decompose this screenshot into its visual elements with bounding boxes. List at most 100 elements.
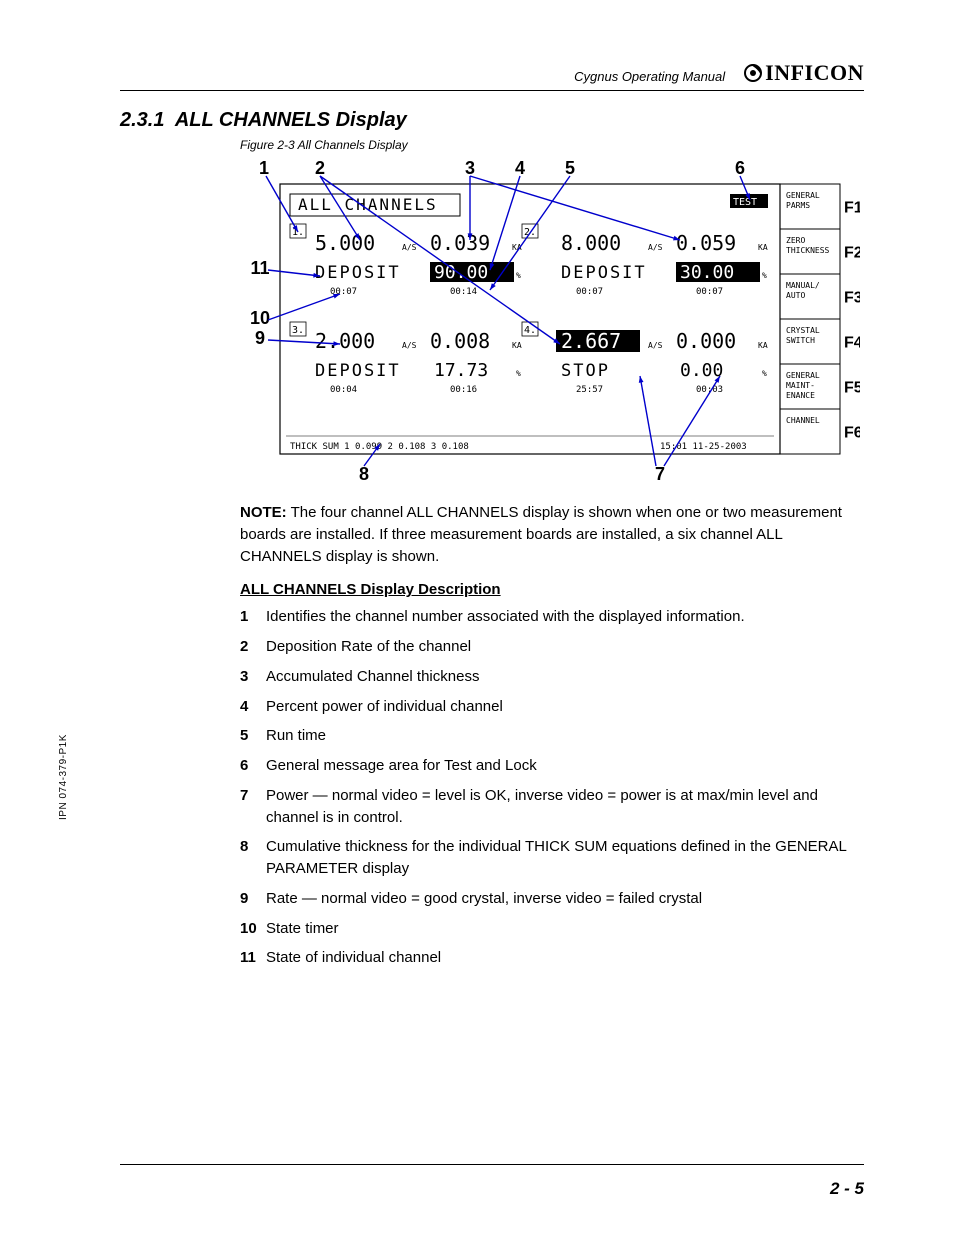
svg-text:ENANCE: ENANCE	[786, 391, 815, 400]
footer-rule	[120, 1164, 864, 1165]
desc-text: Run time	[266, 725, 864, 747]
svg-text:2.667: 2.667	[561, 329, 621, 353]
desc-text: Deposition Rate of the channel	[266, 636, 864, 658]
desc-text: Percent power of individual channel	[266, 696, 864, 718]
svg-text:6: 6	[735, 158, 745, 178]
note-label: NOTE:	[240, 504, 287, 521]
logo-icon	[743, 63, 763, 83]
svg-text:F2: F2	[844, 245, 860, 262]
svg-text:00:07: 00:07	[696, 287, 723, 297]
svg-text:F6: F6	[844, 425, 860, 442]
svg-text:3: 3	[465, 158, 475, 178]
note-text: The four channel ALL CHANNELS display is…	[240, 504, 842, 565]
section-number: 2.3.1	[120, 109, 164, 131]
svg-text:AUTO: AUTO	[786, 291, 805, 300]
svg-text:A/S: A/S	[648, 341, 663, 350]
desc-num: 1	[240, 606, 266, 628]
svg-text:THICK SUM 1 0.099 2 0.1: THICK SUM 1 0.099 2 0.108 3 0.108	[290, 442, 469, 452]
description-item: 9Rate — normal video = good crystal, inv…	[240, 888, 864, 910]
brand-logo: INFICON	[743, 60, 864, 86]
desc-num: 5	[240, 725, 266, 747]
svg-text:KA: KA	[758, 341, 768, 350]
svg-text:F3: F3	[844, 290, 860, 307]
svg-text:A/S: A/S	[648, 243, 663, 252]
svg-text:7: 7	[655, 464, 665, 484]
svg-text:ALL CHANNELS: ALL CHANNELS	[298, 195, 438, 214]
svg-text:10: 10	[250, 308, 270, 328]
figure-all-channels: ALL CHANNELSTEST1.5.000A/S0.039KA2.DEPOS…	[240, 154, 864, 484]
svg-text:F5: F5	[844, 380, 860, 397]
figure-caption: Figure 2-3 All Channels Display	[240, 138, 864, 152]
svg-text:00:07: 00:07	[576, 287, 603, 297]
svg-text:0.008: 0.008	[430, 329, 490, 353]
desc-num: 7	[240, 785, 266, 829]
svg-text:2: 2	[315, 158, 325, 178]
svg-text:9: 9	[255, 328, 265, 348]
svg-text:DEPOSIT: DEPOSIT	[315, 263, 401, 283]
svg-text:PARMS: PARMS	[786, 201, 810, 210]
page-header: Cygnus Operating Manual INFICON	[120, 60, 864, 91]
svg-text:GENERAL: GENERAL	[786, 371, 820, 380]
svg-text:%: %	[762, 271, 767, 280]
svg-text:0.000: 0.000	[676, 329, 736, 353]
svg-text:MAINT-: MAINT-	[786, 381, 815, 390]
svg-text:1: 1	[259, 158, 269, 178]
svg-text:STOP: STOP	[561, 361, 610, 381]
description-item: 6General message area for Test and Lock	[240, 755, 864, 777]
side-code: IPN 074-379-P1K	[58, 734, 69, 820]
svg-text:MANUAL/: MANUAL/	[786, 281, 820, 290]
desc-num: 2	[240, 636, 266, 658]
svg-text:11: 11	[250, 258, 269, 278]
desc-num: 4	[240, 696, 266, 718]
desc-num: 10	[240, 918, 266, 940]
description-item: 2Deposition Rate of the channel	[240, 636, 864, 658]
description-heading: ALL CHANNELS Display Description	[240, 581, 864, 598]
svg-text:TEST: TEST	[733, 197, 757, 208]
svg-text:F4: F4	[844, 335, 860, 352]
svg-text:30.00: 30.00	[680, 262, 734, 283]
desc-num: 9	[240, 888, 266, 910]
svg-text:00:16: 00:16	[450, 385, 477, 395]
svg-text:A/S: A/S	[402, 341, 417, 350]
description-item: 1Identifies the channel number associate…	[240, 606, 864, 628]
svg-text:CRYSTAL: CRYSTAL	[786, 326, 820, 335]
description-list: 1Identifies the channel number associate…	[240, 606, 864, 969]
desc-text: Rate — normal video = good crystal, inve…	[266, 888, 864, 910]
svg-text:8.000: 8.000	[561, 231, 621, 255]
svg-text:0.00: 0.00	[680, 360, 723, 381]
brand-text: INFICON	[765, 60, 864, 86]
svg-text:17.73: 17.73	[434, 360, 488, 381]
page-number: 2 - 5	[830, 1179, 864, 1199]
svg-text:THICKNESS: THICKNESS	[786, 246, 830, 255]
section-heading: 2.3.1 ALL CHANNELS Display	[120, 109, 864, 132]
svg-text:0.039: 0.039	[430, 231, 490, 255]
desc-text: General message area for Test and Lock	[266, 755, 864, 777]
desc-text: Cumulative thickness for the individual …	[266, 836, 864, 880]
description-item: 3Accumulated Channel thickness	[240, 666, 864, 688]
svg-text:DEPOSIT: DEPOSIT	[315, 361, 401, 381]
svg-text:DEPOSIT: DEPOSIT	[561, 263, 647, 283]
description-item: 8Cumulative thickness for the individual…	[240, 836, 864, 880]
svg-text:0.059: 0.059	[676, 231, 736, 255]
svg-text:%: %	[516, 271, 521, 280]
svg-text:F1: F1	[844, 200, 860, 217]
description-item: 10State timer	[240, 918, 864, 940]
desc-text: Identifies the channel number associated…	[266, 606, 864, 628]
svg-text:%: %	[762, 369, 767, 378]
svg-text:A/S: A/S	[402, 243, 417, 252]
svg-text:KA: KA	[512, 341, 522, 350]
svg-text:SWITCH: SWITCH	[786, 336, 815, 345]
desc-num: 3	[240, 666, 266, 688]
svg-text:1.: 1.	[292, 227, 304, 238]
description-item: 11State of individual channel	[240, 947, 864, 969]
section-title-text: ALL CHANNELS Display	[175, 109, 407, 131]
svg-text:GENERAL: GENERAL	[786, 191, 820, 200]
svg-text:KA: KA	[758, 243, 768, 252]
desc-text: Power — normal video = level is OK, inve…	[266, 785, 864, 829]
svg-text:ZERO: ZERO	[786, 236, 805, 245]
svg-text:5: 5	[565, 158, 575, 178]
svg-text:3.: 3.	[292, 325, 304, 336]
svg-text:25:57: 25:57	[576, 385, 603, 395]
note: NOTE: The four channel ALL CHANNELS disp…	[240, 502, 864, 567]
svg-text:00:04: 00:04	[330, 385, 357, 395]
